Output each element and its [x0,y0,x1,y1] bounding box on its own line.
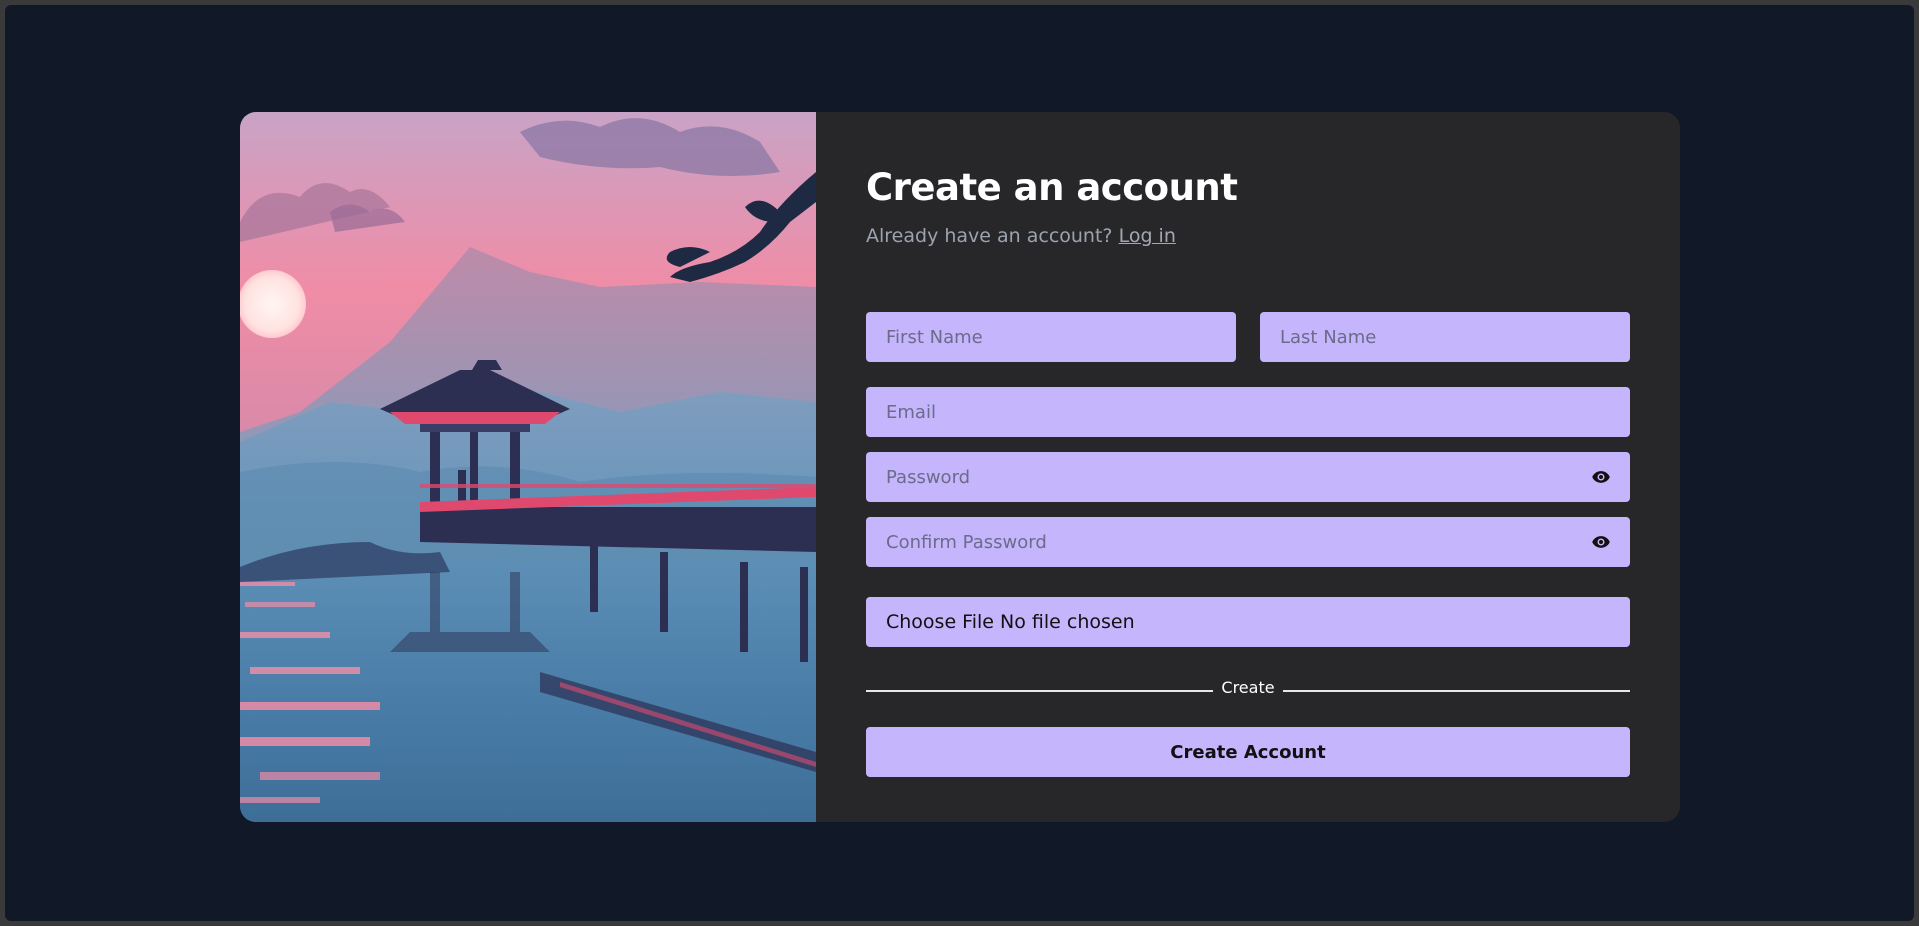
page-title: Create an account [866,166,1238,209]
eye-icon[interactable] [1590,532,1612,552]
eye-icon[interactable] [1590,467,1612,487]
divider-line-right [1283,690,1630,692]
first-name-input[interactable] [886,312,1236,362]
last-name-field[interactable] [1260,312,1630,362]
first-name-field[interactable] [866,312,1236,362]
divider-line-left [866,690,1213,692]
confirm-password-input[interactable] [886,517,1630,567]
login-prompt-text: Already have an account? [866,225,1113,247]
login-prompt: Already have an account? Log in [866,225,1176,247]
hero-illustration [240,112,816,822]
login-link[interactable]: Log in [1119,225,1176,247]
file-upload-field[interactable]: Choose File No file chosen [866,597,1630,647]
signup-card: Create an account Already have an accoun… [240,112,1680,822]
create-account-button[interactable]: Create Account [866,727,1630,777]
confirm-password-field[interactable] [866,517,1630,567]
divider-label: Create [1221,678,1275,697]
app-window: Create an account Already have an accoun… [5,5,1914,921]
choose-file-button[interactable]: Choose File [886,611,994,633]
pagoda-lake-illustration [240,112,816,822]
last-name-input[interactable] [1280,312,1630,362]
signup-form-panel: Create an account Already have an accoun… [816,112,1680,822]
file-status: No file chosen [1000,611,1135,633]
email-input[interactable] [886,387,1630,437]
password-input[interactable] [886,452,1630,502]
password-field[interactable] [866,452,1630,502]
email-field[interactable] [866,387,1630,437]
